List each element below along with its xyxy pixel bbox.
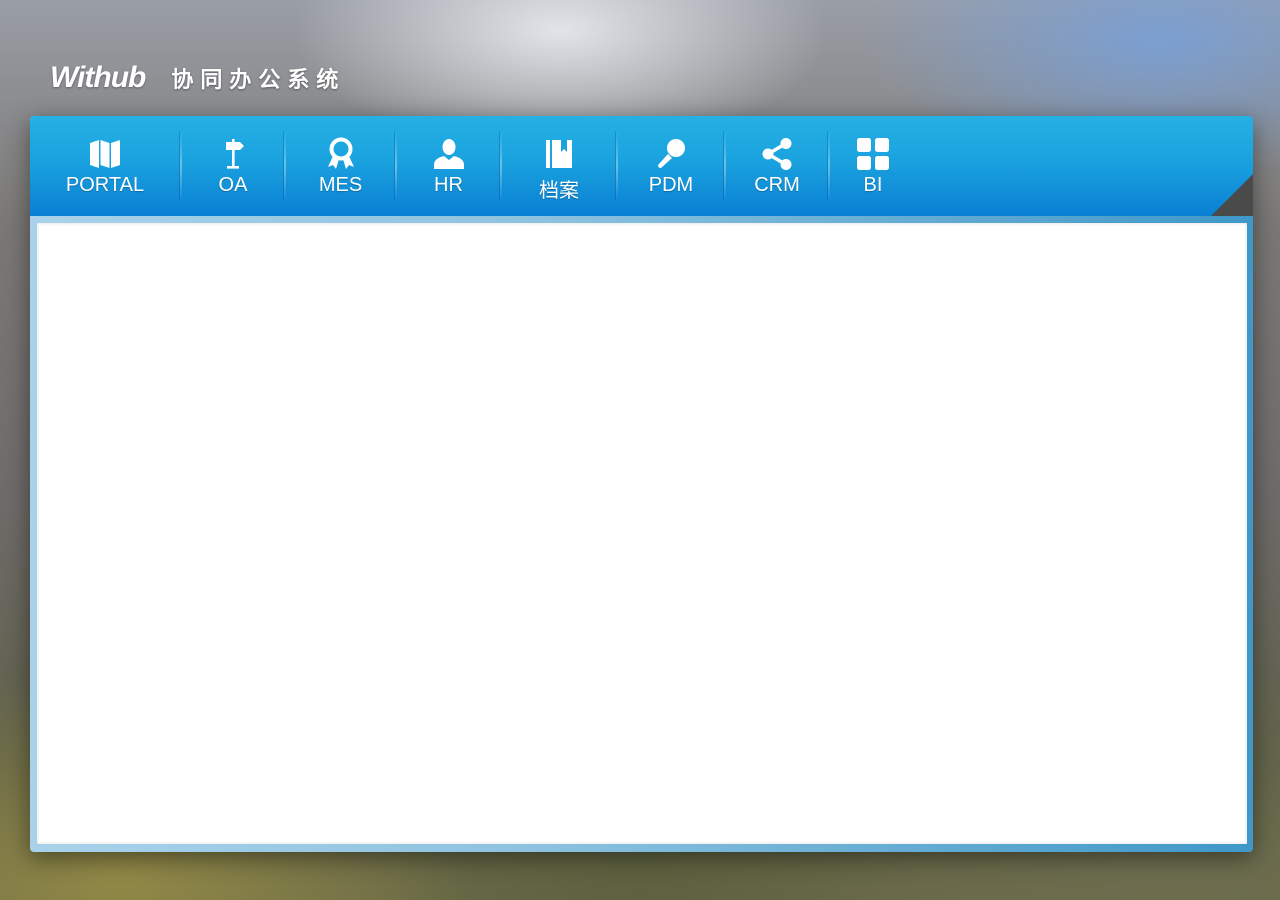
app-header: Withub 协同办公系统: [50, 58, 345, 98]
nav-label: 档案: [539, 180, 579, 202]
nav-label: HR: [434, 174, 463, 196]
main-window: PORTAL OA MES HR 档案 PDM CRM BI: [30, 116, 1253, 852]
nav-item-portal[interactable]: PORTAL: [30, 116, 180, 216]
nav-label: OA: [218, 174, 248, 196]
map-icon: [88, 137, 122, 171]
content-area: [37, 223, 1247, 844]
nav-item-mes[interactable]: MES: [286, 116, 395, 216]
corner-fold: [1211, 174, 1253, 216]
book-icon: [542, 137, 576, 171]
nav-item-crm[interactable]: CRM: [726, 116, 828, 216]
share-icon: [760, 137, 794, 171]
award-ribbon-icon: [324, 137, 358, 171]
nav-item-archive[interactable]: 档案: [502, 116, 616, 216]
nav-item-oa[interactable]: OA: [182, 116, 284, 216]
microphone-icon: [654, 137, 688, 171]
nav-item-pdm[interactable]: PDM: [618, 116, 724, 216]
user-icon: [432, 137, 466, 171]
nav-label: PORTAL: [65, 174, 145, 196]
nav-item-bi[interactable]: BI: [830, 116, 916, 216]
signpost-icon: [216, 137, 250, 171]
nav-item-hr[interactable]: HR: [397, 116, 500, 216]
app-title: 协同办公系统: [171, 68, 346, 93]
nav-label: PDM: [648, 174, 694, 196]
nav-label: MES: [318, 174, 363, 196]
nav-menu: PORTAL OA MES HR 档案 PDM CRM BI: [30, 116, 916, 216]
top-navigation-bar: PORTAL OA MES HR 档案 PDM CRM BI: [30, 116, 1253, 216]
grid-icon: [856, 137, 890, 171]
withub-logo: Withub: [50, 61, 146, 94]
nav-label: BI: [863, 174, 883, 196]
nav-label: CRM: [754, 174, 800, 196]
